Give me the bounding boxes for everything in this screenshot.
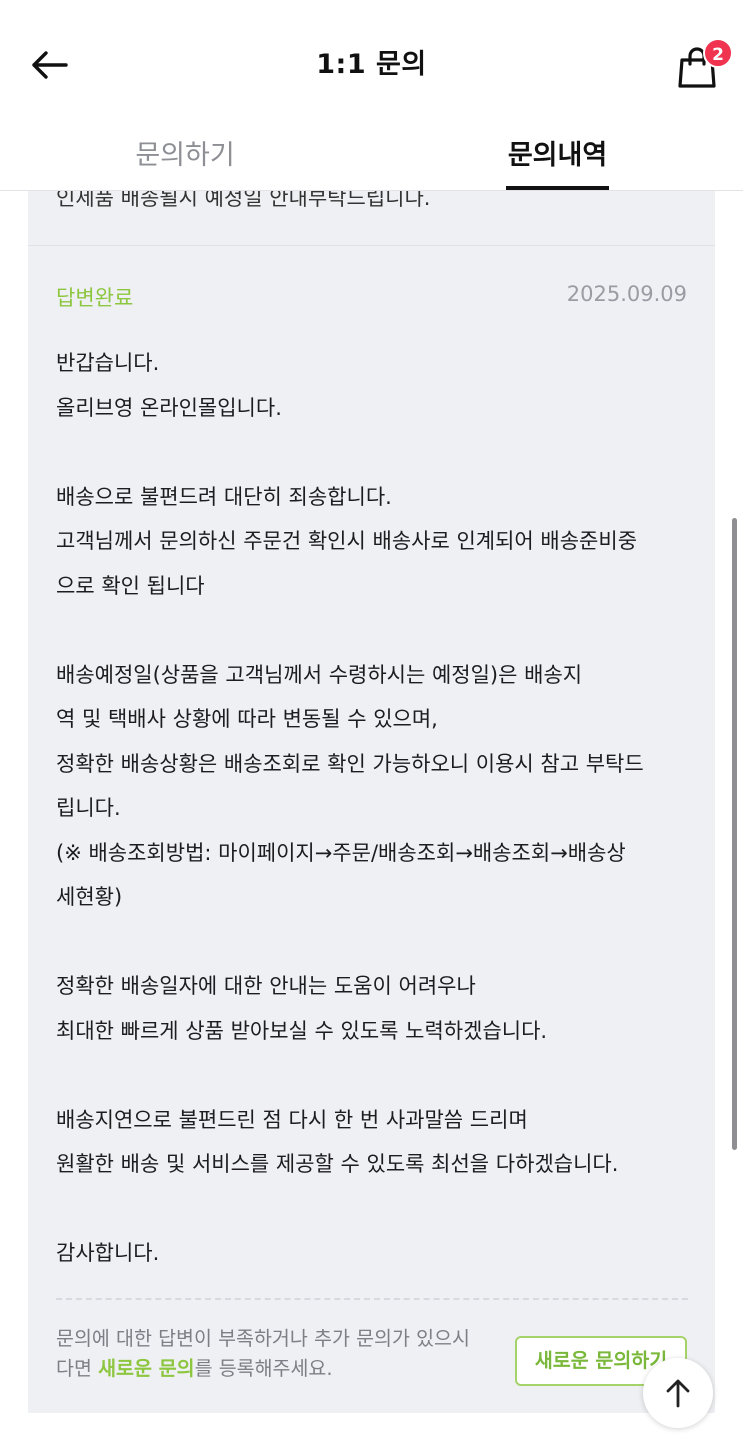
arrow-up-icon — [666, 1379, 690, 1408]
follow-up-note-text-end: 를 등록해주세요. — [194, 1357, 333, 1380]
scrollbar[interactable] — [732, 518, 737, 1150]
dashed-divider — [56, 1298, 688, 1300]
follow-up-note: 문의에 대한 답변이 부족하거나 추가 문의가 있으시다면 새로운 문의를 등록… — [56, 1324, 486, 1384]
top-app-bar: 1:1 문의 2 — [0, 0, 743, 125]
inquiry-tabs: 문의하기 문의내역 — [0, 125, 743, 191]
inquiry-page: 인제품 배송될시 예정일 안내부탁드립니다. 답변완료 2025.09.09 반… — [0, 0, 743, 1450]
page-title: 1:1 문의 — [316, 49, 427, 80]
new-inquiry-highlight: 새로운 문의 — [98, 1357, 195, 1380]
item-divider — [28, 245, 715, 246]
inquiry-detail-panel[interactable]: 인제품 배송될시 예정일 안내부탁드립니다. 답변완료 2025.09.09 반… — [28, 130, 715, 1413]
tab-inquire[interactable]: 문의하기 — [85, 133, 285, 190]
cart-button[interactable]: 2 — [668, 38, 733, 90]
answer-body: 반갑습니다. 올리브영 온라인몰입니다. 배송으로 불편드려 대단히 죄송합니다… — [56, 351, 644, 1265]
answer-status-label: 답변완료 — [56, 286, 134, 310]
cart-count-badge: 2 — [703, 38, 733, 68]
scroll-to-top-button[interactable] — [643, 1358, 713, 1428]
tab-inquiry-history[interactable]: 문의내역 — [506, 133, 609, 190]
answer-date: 2025.09.09 — [566, 282, 687, 306]
